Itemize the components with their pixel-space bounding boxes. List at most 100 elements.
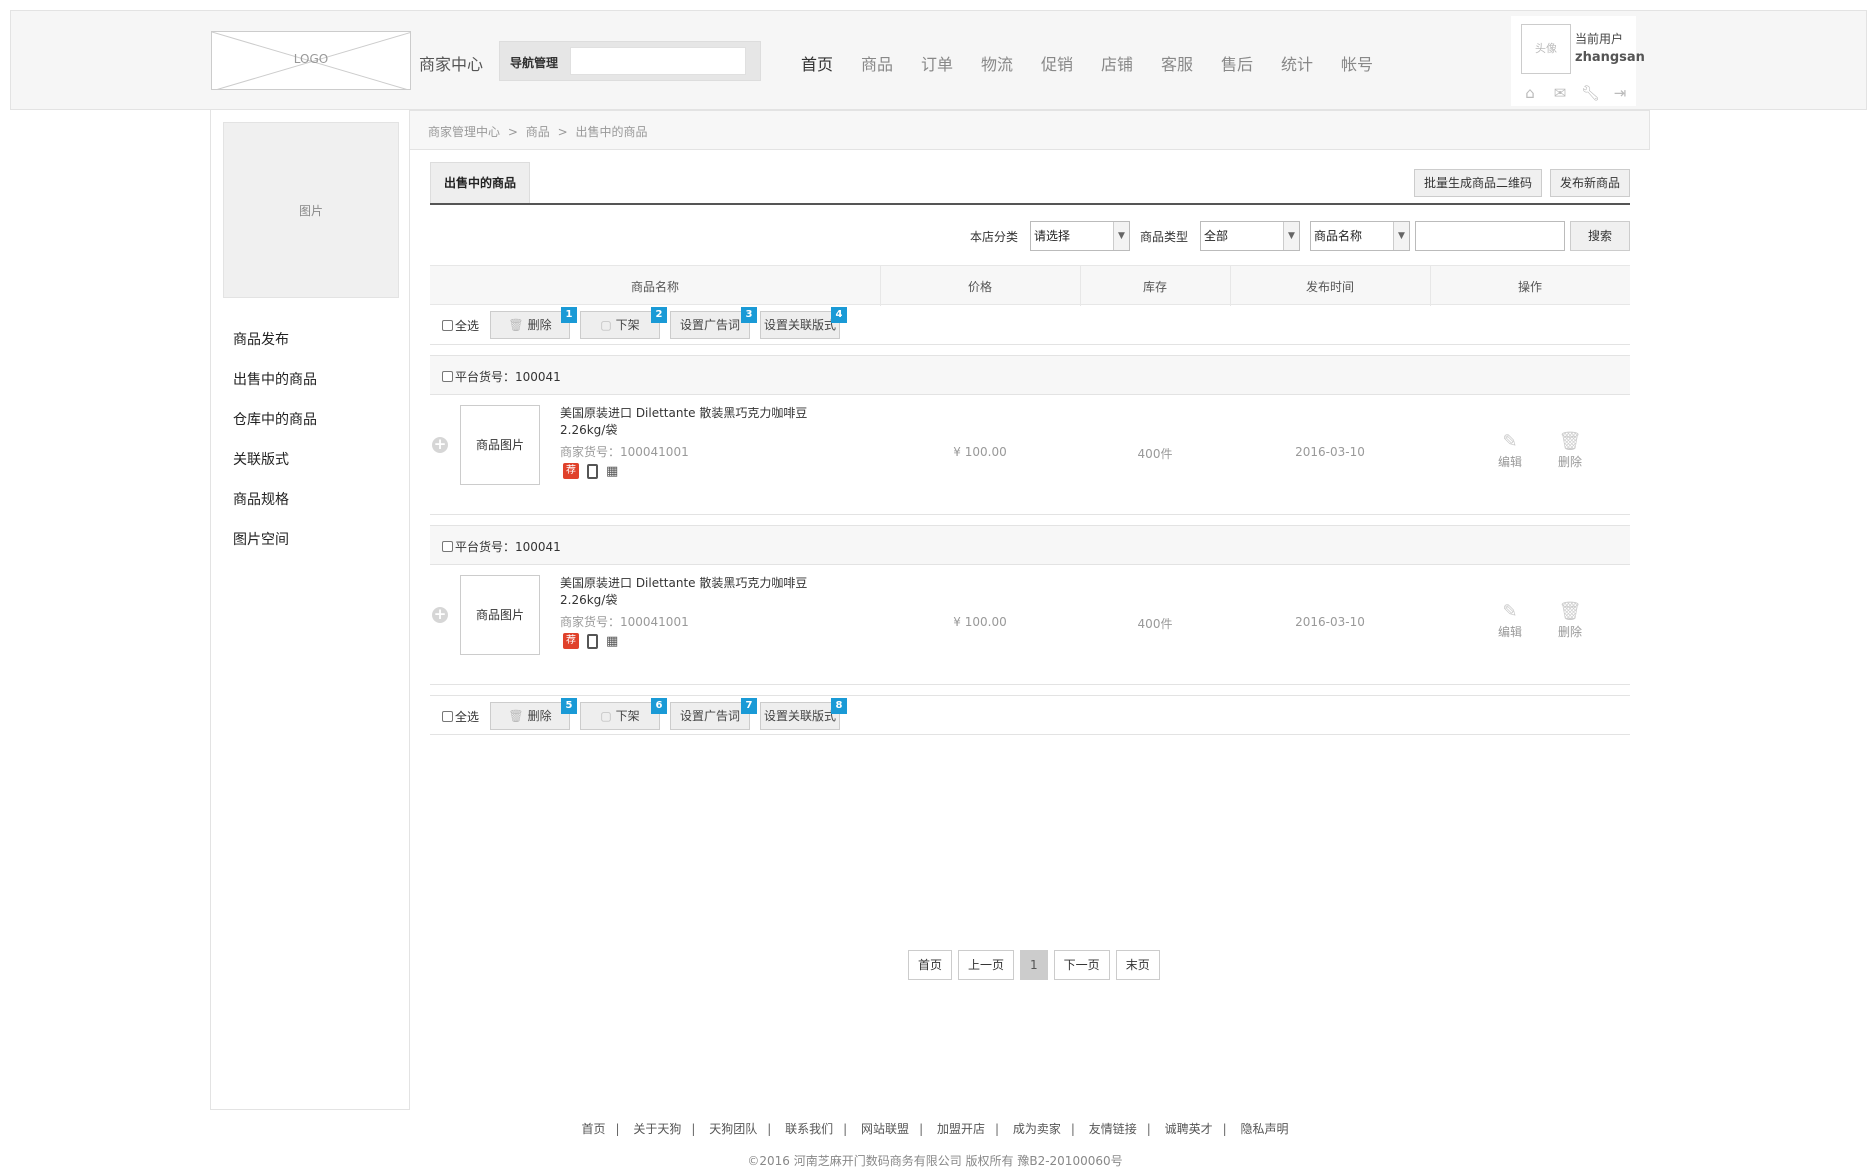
mail-icon[interactable]: ✉ [1551, 84, 1569, 102]
goods-type-select[interactable]: 全部 ▼ [1200, 221, 1300, 251]
checkbox-box[interactable] [442, 320, 453, 331]
breadcrumb-item-goods[interactable]: 商品 [526, 125, 550, 139]
page-next-button[interactable]: 下一页 [1053, 950, 1110, 980]
batch-offshelf-button[interactable]: ▢ 下架 6 [580, 698, 667, 730]
footer-link[interactable]: 首页 [581, 1122, 605, 1136]
search-field-select[interactable]: 商品名称 ▼ [1310, 221, 1410, 251]
group-checkbox[interactable]: 平台货号：100041 [442, 538, 561, 555]
search-input[interactable] [1415, 221, 1565, 251]
step-badge: 4 [831, 307, 847, 323]
nav-item-goods[interactable]: 商品 [861, 51, 921, 75]
trash-icon: 🗑︎ [1558, 601, 1582, 622]
delete-button[interactable]: 🗑︎ 删除 [1550, 431, 1590, 470]
sidebar-item-image-space[interactable]: 图片空间 [233, 520, 317, 560]
trash-icon: 🗑︎ [508, 318, 524, 332]
logo[interactable]: LOGO [211, 31, 411, 90]
product-image[interactable]: 商品图片 [460, 405, 540, 485]
step-badge: 1 [561, 307, 577, 323]
select-all-checkbox[interactable]: 全选 [442, 708, 479, 725]
nav-item-stats[interactable]: 统计 [1281, 51, 1341, 75]
search-button[interactable]: 搜索 [1570, 221, 1630, 251]
tab-actions: 批量生成商品二维码 发布新商品 [1413, 169, 1630, 197]
checkbox-box[interactable] [442, 711, 453, 722]
page-last-button[interactable]: 末页 [1115, 950, 1160, 980]
edit-button[interactable]: ✎ 编辑 [1490, 431, 1530, 470]
batch-offshelf-button[interactable]: ▢ 下架 2 [580, 307, 667, 339]
nav-item-service[interactable]: 客服 [1161, 51, 1221, 75]
product-group-header: 平台货号：100041 [430, 355, 1630, 395]
sidebar-item-spec[interactable]: 商品规格 [233, 480, 317, 520]
delete-label: 删除 [1557, 455, 1582, 469]
breadcrumb-item-center[interactable]: 商家管理中心 [428, 125, 500, 139]
step-badge: 3 [741, 307, 757, 323]
product-name[interactable]: 美国原装进口 Dilettante 散装黑巧克力咖啡豆 2.26kg/袋 [560, 575, 820, 609]
top-header: LOGO 商家中心 导航管理 首页 商品 订单 物流 促销 店铺 客服 售后 统… [10, 10, 1867, 110]
expand-icon[interactable]: + [432, 607, 448, 623]
checkbox-box[interactable] [442, 541, 453, 552]
edit-button[interactable]: ✎ 编辑 [1490, 601, 1530, 640]
footer-link[interactable]: 网站联盟 [861, 1122, 909, 1136]
footer-link[interactable]: 成为卖家 [1013, 1122, 1061, 1136]
footer-separator: | [1070, 1122, 1075, 1136]
user-panel: 头像 当前用户 zhangsan ⌂ ✉ 🔧︎ ⇥ [1511, 16, 1645, 106]
mobile-icon [587, 463, 598, 479]
nav-item-aftersale[interactable]: 售后 [1221, 51, 1281, 75]
nav-item-account[interactable]: 帐号 [1341, 51, 1401, 75]
select-all-checkbox[interactable]: 全选 [442, 317, 479, 334]
nav-manage-input[interactable] [570, 47, 746, 75]
delete-button[interactable]: 🗑︎ 删除 [1550, 601, 1590, 640]
footer-link[interactable]: 关于天狗 [633, 1122, 681, 1136]
home-icon[interactable]: ⌂ [1521, 84, 1539, 102]
footer-link[interactable]: 友情链接 [1089, 1122, 1137, 1136]
publish-goods-button[interactable]: 发布新商品 [1549, 169, 1630, 197]
footer-link[interactable]: 天狗团队 [709, 1122, 757, 1136]
qrcode-icon[interactable]: ▦ [606, 634, 621, 649]
group-checkbox[interactable]: 平台货号：100041 [442, 368, 561, 385]
col-header-date: 发布时间 [1305, 280, 1354, 294]
nav-item-store[interactable]: 店铺 [1101, 51, 1161, 75]
batch-delete-button[interactable]: 🗑︎ 删除 5 [490, 698, 577, 730]
set-ad-words-button[interactable]: 设置广告词 3 [670, 307, 757, 339]
sidebar-item-warehouse[interactable]: 仓库中的商品 [233, 400, 317, 440]
batch-qr-button[interactable]: 批量生成商品二维码 [1413, 169, 1542, 197]
batch-actions-bottom: 全选 🗑︎ 删除 5 ▢ 下架 6 设置广告词 7 设置关联版式 8 [430, 695, 1630, 735]
nav-item-logistics[interactable]: 物流 [981, 51, 1041, 75]
footer-separator: | [1222, 1122, 1227, 1136]
filter-row: 本店分类 请选择 ▼ 商品类型 全部 ▼ 商品名称 ▼ 搜索 [430, 220, 1630, 252]
footer-link[interactable]: 诚聘英才 [1165, 1122, 1213, 1136]
expand-icon[interactable]: + [432, 437, 448, 453]
sidebar-item-related-layout[interactable]: 关联版式 [233, 440, 317, 480]
product-image[interactable]: 商品图片 [460, 575, 540, 655]
checkbox-box[interactable] [442, 371, 453, 382]
page-first-button[interactable]: 首页 [908, 950, 953, 980]
set-related-layout-button[interactable]: 设置关联版式 4 [760, 307, 847, 339]
set-ad-words-button[interactable]: 设置广告词 7 [670, 698, 757, 730]
product-name[interactable]: 美国原装进口 Dilettante 散装黑巧克力咖啡豆 2.26kg/袋 [560, 405, 820, 439]
page-current[interactable]: 1 [1020, 950, 1048, 980]
footer-link[interactable]: 联系我们 [785, 1122, 833, 1136]
logout-icon[interactable]: ⇥ [1611, 84, 1629, 102]
edit-label: 编辑 [1497, 455, 1522, 469]
footer-link[interactable]: 加盟开店 [937, 1122, 985, 1136]
page-prev-button[interactable]: 上一页 [958, 950, 1015, 980]
chevron-down-icon: ▼ [1113, 222, 1129, 250]
tab-on-sale[interactable]: 出售中的商品 [430, 162, 530, 203]
avatar[interactable]: 头像 [1521, 24, 1571, 74]
nav-item-orders[interactable]: 订单 [921, 51, 981, 75]
goods-type-label: 商品类型 [1140, 230, 1189, 244]
sidebar-item-on-sale[interactable]: 出售中的商品 [233, 360, 317, 400]
batch-delete-button[interactable]: 🗑︎ 删除 1 [490, 307, 577, 339]
footer-link[interactable]: 隐私声明 [1241, 1122, 1289, 1136]
sidebar-item-publish[interactable]: 商品发布 [233, 320, 317, 360]
wrench-icon[interactable]: 🔧︎ [1581, 84, 1600, 102]
edit-label: 编辑 [1497, 625, 1522, 639]
qrcode-icon[interactable]: ▦ [606, 464, 621, 479]
batch-offshelf-label: 下架 [615, 318, 640, 332]
sidebar-picture: 图片 [223, 122, 399, 298]
chevron-down-icon: ▼ [1393, 222, 1409, 250]
store-category-select[interactable]: 请选择 ▼ [1030, 221, 1130, 251]
nav-item-promotion[interactable]: 促销 [1041, 51, 1101, 75]
nav-item-home[interactable]: 首页 [801, 51, 861, 75]
set-related-layout-button[interactable]: 设置关联版式 8 [760, 698, 847, 730]
trash-icon: 🗑︎ [508, 709, 524, 723]
